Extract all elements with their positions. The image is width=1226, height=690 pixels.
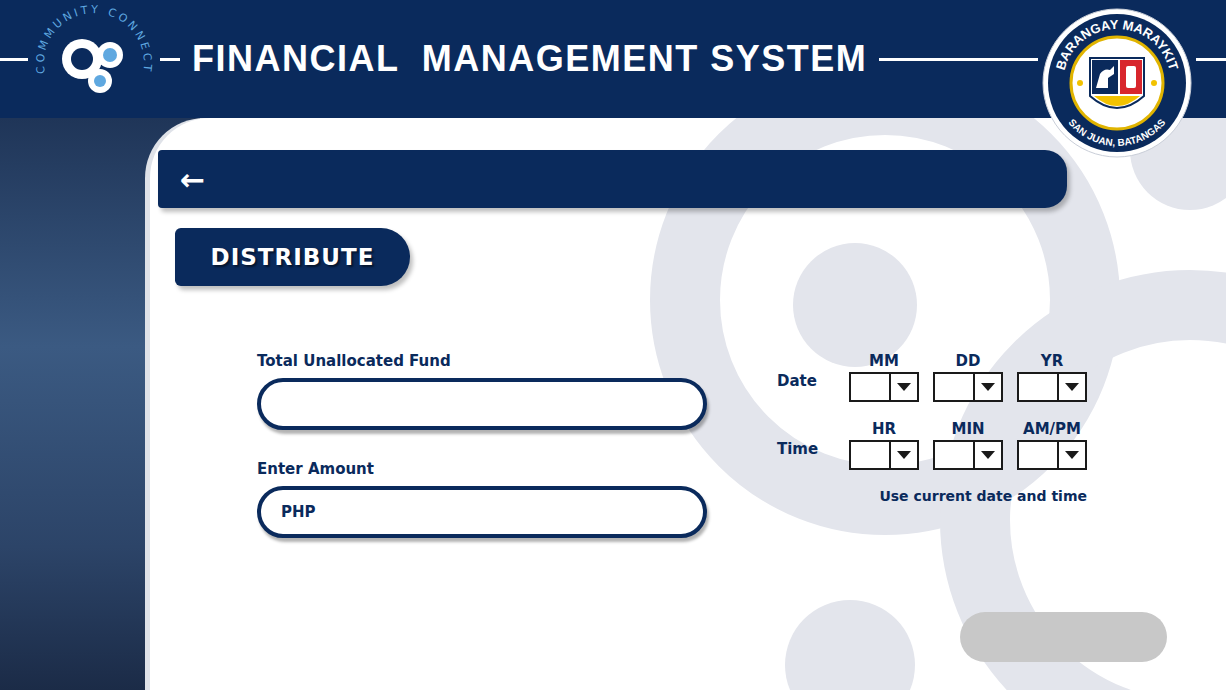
dropdown[interactable] bbox=[933, 440, 1003, 470]
part-header: MIN bbox=[933, 420, 1003, 438]
field-group: Total Unallocated Fund bbox=[257, 352, 707, 430]
seal-bottom-text: SAN JUAN, BATANGAS bbox=[1066, 116, 1167, 148]
body: ← DISTRIBUTE Total Unallocated Fund Enter A… bbox=[0, 118, 1226, 690]
part-header: AM/PM bbox=[1017, 420, 1087, 438]
datetime-row: MM DD YR Date bbox=[777, 352, 1087, 402]
dropdown[interactable] bbox=[849, 372, 919, 402]
dropdown[interactable] bbox=[849, 440, 919, 470]
dropdown-arrow-icon bbox=[897, 451, 911, 459]
datetime-row: HR MIN AM/PM Time bbox=[777, 420, 1087, 470]
people-icon bbox=[62, 39, 123, 93]
dropdown-arrow-icon bbox=[897, 383, 911, 391]
submit-button[interactable] bbox=[960, 612, 1167, 662]
currency-prefix: PHP bbox=[281, 503, 316, 521]
text-input[interactable] bbox=[281, 394, 683, 414]
field-label: Total Unallocated Fund bbox=[257, 352, 707, 370]
part-header: HR bbox=[849, 420, 919, 438]
use-current-link[interactable]: Use current date and time bbox=[879, 488, 1087, 504]
part-header: MM bbox=[849, 352, 919, 370]
text-input[interactable] bbox=[324, 502, 683, 522]
dropdown-arrow-icon bbox=[981, 383, 995, 391]
content: ← DISTRIBUTE Total Unallocated Fund Enter A… bbox=[150, 150, 1226, 690]
barangay-seal: BARANGAY MARAYKITSAN JUAN, BATANGAS bbox=[1042, 8, 1192, 158]
part-header: DD bbox=[933, 352, 1003, 370]
field-input bbox=[257, 378, 707, 430]
header-line bbox=[1196, 58, 1226, 61]
header-line bbox=[0, 58, 28, 61]
row-label: Date bbox=[777, 372, 835, 390]
amount-fields: Total Unallocated Fund Enter Amount PHP bbox=[257, 352, 707, 538]
header: COMMUNITY CONNECT FINANCIAL MANAGEMENT SY… bbox=[0, 0, 1226, 118]
form: Total Unallocated Fund Enter Amount PHP MM D… bbox=[257, 352, 1226, 538]
nav-bar: ← bbox=[158, 150, 1067, 208]
field-group: Enter Amount PHP bbox=[257, 460, 707, 538]
part-header: YR bbox=[1017, 352, 1087, 370]
datetime-panel: MM DD YR Date HR MIN AM/PM Time Use current date… bbox=[777, 352, 1087, 538]
field-label: Enter Amount bbox=[257, 460, 707, 478]
dropdown[interactable] bbox=[1017, 440, 1087, 470]
footer bbox=[150, 612, 1226, 690]
row-label: Time bbox=[777, 440, 835, 458]
dropdown-arrow-icon bbox=[1065, 451, 1079, 459]
header-line bbox=[160, 58, 180, 61]
app-title: FINANCIAL MANAGEMENT SYSTEM bbox=[192, 38, 867, 80]
dropdown[interactable] bbox=[933, 372, 1003, 402]
dropdown[interactable] bbox=[1017, 372, 1087, 402]
main-panel: ← DISTRIBUTE Total Unallocated Fund Enter A… bbox=[150, 118, 1226, 690]
section-tab: DISTRIBUTE bbox=[175, 228, 410, 286]
dropdown-arrow-icon bbox=[981, 451, 995, 459]
dropdown-arrow-icon bbox=[1065, 383, 1079, 391]
header-line bbox=[879, 58, 1038, 61]
field-input: PHP bbox=[257, 486, 707, 538]
back-button[interactable]: ← bbox=[176, 162, 209, 197]
community-connect-logo: COMMUNITY CONNECT bbox=[34, 0, 154, 119]
page: COMMUNITY CONNECT FINANCIAL MANAGEMENT SY… bbox=[0, 0, 1226, 690]
shield-icon bbox=[1090, 58, 1144, 108]
